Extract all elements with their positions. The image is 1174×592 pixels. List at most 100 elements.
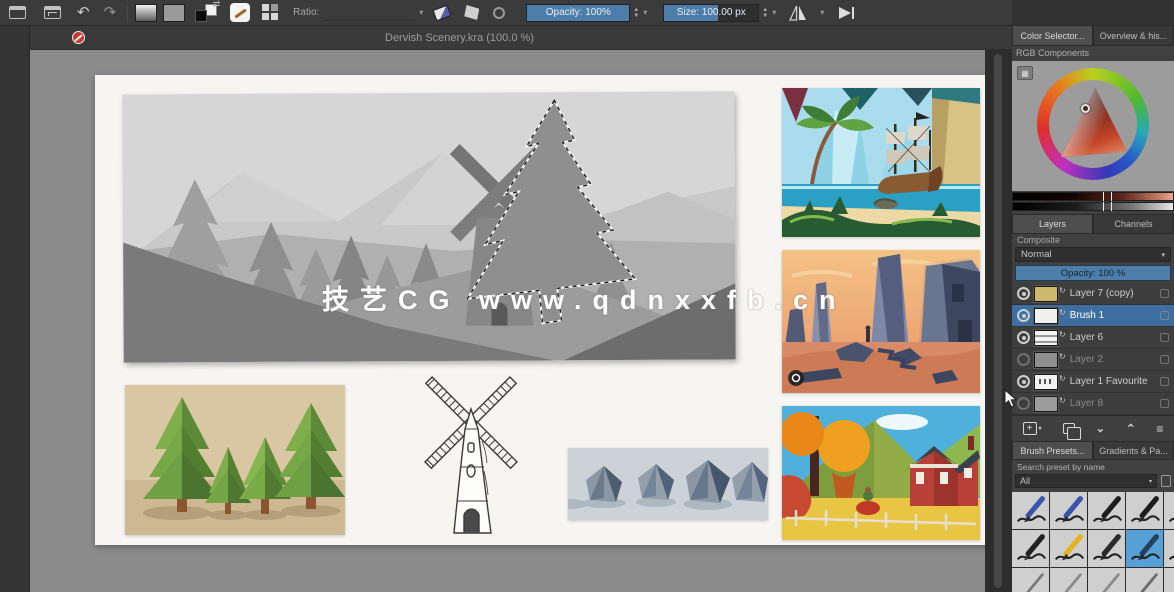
undo-icon[interactable]: ↶ (77, 5, 90, 20)
brush-preset-tile[interactable] (1164, 530, 1174, 567)
layer-properties-button[interactable]: ≡ (1156, 422, 1163, 436)
brush-preset-tile[interactable] (1050, 492, 1087, 529)
layer-name: Layer 7 (copy) (1068, 288, 1155, 299)
brush-preset-tile[interactable] (1126, 492, 1163, 529)
brush-preset-tile[interactable] (1088, 492, 1125, 529)
redo-icon[interactable]: ↷ (104, 5, 117, 20)
docker-subtitle: RGB Components (1012, 46, 1174, 61)
visibility-eye-icon[interactable] (1017, 375, 1030, 388)
visibility-eye-icon[interactable] (1017, 309, 1030, 322)
color-picker-handle[interactable] (1081, 104, 1090, 113)
move-layer-up-button[interactable]: ⌃ (1126, 422, 1135, 435)
ratio-label: Ratio: (293, 7, 319, 18)
layer-badge-icon: ↻ (1059, 352, 1066, 361)
canvas-anchor-icon (788, 370, 804, 386)
value-gradient-bar[interactable] (1012, 202, 1174, 211)
new-document-icon[interactable] (9, 6, 26, 19)
layer-row[interactable]: ↻ Layer 6 (1012, 327, 1174, 349)
layer-options-icon (1160, 399, 1169, 408)
layer-row[interactable]: ↻ Layer 7 (copy) (1012, 283, 1174, 305)
chevron-down-icon: ▾ (1149, 478, 1152, 485)
mirror-horizontal-icon[interactable] (788, 4, 808, 22)
reference-polygonal-rocks (568, 448, 768, 520)
layer-thumbnail (1034, 352, 1058, 368)
brush-preset-tile[interactable] (1126, 530, 1163, 567)
brush-preset-tile[interactable] (1088, 530, 1125, 567)
composite-label: Composite (1012, 234, 1174, 247)
size-slider[interactable]: Size: 100.00 px (663, 4, 759, 22)
ratio-dropdown[interactable] (323, 5, 415, 21)
reload-preset-icon[interactable] (464, 5, 479, 20)
layer-list: ↻ Layer 7 (copy) ↻ Brush 1 ↻ Layer 6 (1012, 283, 1174, 415)
move-layer-down-button[interactable]: ⌄ (1096, 422, 1105, 435)
vertical-scrollbar[interactable] (985, 50, 1012, 592)
add-layer-button[interactable]: +▾ (1023, 422, 1042, 435)
layer-options-icon (1160, 333, 1169, 342)
brush-preset-tile[interactable] (1164, 492, 1174, 529)
workspace-chooser-icon[interactable] (262, 4, 279, 21)
eraser-mode-icon[interactable] (433, 4, 452, 21)
color-docker-tabs: Color Selector... Overview & his... (1012, 25, 1174, 46)
tab-channels[interactable]: Channels (1093, 214, 1174, 234)
wrap-around-icon[interactable] (836, 4, 856, 22)
ratio-caret-icon[interactable]: ▾ (419, 8, 423, 17)
size-caret-icon[interactable]: ▾ (772, 8, 776, 17)
blend-mode-dropdown[interactable]: Normal ▾ (1015, 247, 1171, 262)
brush-editor-button[interactable] (230, 3, 250, 22)
size-stepper[interactable]: ▲▼ (762, 7, 768, 19)
visibility-eye-icon[interactable] (1017, 331, 1030, 344)
visibility-eye-icon[interactable] (1017, 287, 1030, 300)
reference-lowpoly-trees (125, 385, 345, 535)
tab-gradients[interactable]: Gradients & Pa... (1093, 441, 1174, 460)
panel-top-spacer (1012, 0, 1174, 25)
preset-view-mode-icon[interactable] (1161, 475, 1171, 487)
tab-brush-presets[interactable]: Brush Presets... (1012, 441, 1093, 460)
layer-row-selected[interactable]: ↻ Brush 1 (1012, 305, 1174, 327)
opacity-slider[interactable]: Opacity: 100% (526, 4, 630, 22)
document-title: Dervish Scenery.kra (100.0 %) (385, 32, 534, 44)
brush-preset-tile[interactable] (1012, 568, 1049, 592)
mirror-caret-icon[interactable]: ▾ (820, 8, 824, 17)
brush-preset-tile[interactable] (1050, 530, 1087, 567)
layer-row-hidden[interactable]: ↻ Layer 2 (1012, 349, 1174, 371)
tab-overview[interactable]: Overview & his... (1093, 25, 1174, 46)
scrollbar-thumb[interactable] (994, 54, 1002, 588)
layer-thumbnail (1034, 286, 1058, 302)
brush-tip-icon[interactable] (493, 7, 505, 19)
selector-settings-icon[interactable]: ▦ (1017, 66, 1033, 80)
pattern-swatch-button[interactable] (163, 4, 185, 22)
grayscale-landscape-painting (122, 91, 735, 362)
layer-badge-icon: ↻ (1059, 330, 1066, 339)
layer-row[interactable]: ↻ Layer 1 Favourite (1012, 371, 1174, 393)
layer-options-icon (1160, 289, 1169, 298)
layer-name: Layer 6 (1068, 332, 1155, 343)
tab-color-selector[interactable]: Color Selector... (1012, 25, 1093, 46)
brush-preset-tile[interactable] (1126, 568, 1163, 592)
visibility-eye-icon[interactable] (1017, 353, 1030, 366)
layers-docker-tabs: Layers Channels (1012, 214, 1174, 234)
color-history-gradient-bar[interactable] (1012, 192, 1174, 201)
layer-name: Layer 8 (1068, 398, 1155, 409)
brush-preset-tile[interactable] (1012, 492, 1049, 529)
canvas-area[interactable]: 技艺CG www.qdnxxfb.cn (30, 50, 985, 592)
brush-preset-tile[interactable] (1164, 568, 1174, 592)
gradient-swatch-button[interactable] (135, 4, 157, 22)
brush-preset-tile[interactable] (1012, 530, 1049, 567)
layer-thumbnail (1034, 374, 1058, 390)
layer-options-icon (1160, 377, 1169, 386)
open-document-icon[interactable] (44, 6, 61, 19)
opacity-stepper[interactable]: ▲▼ (633, 7, 639, 19)
duplicate-layer-button[interactable] (1063, 423, 1075, 434)
layer-opacity-slider[interactable]: Opacity: 100 % (1015, 265, 1171, 281)
brush-preset-tile[interactable] (1088, 568, 1125, 592)
hue-ring[interactable] (1037, 68, 1149, 180)
foreground-background-color-icon[interactable]: ⇄ (194, 3, 218, 23)
document-titlebar[interactable]: Dervish Scenery.kra (100.0 %) (30, 26, 1012, 50)
preset-filter-dropdown[interactable]: All ▾ (1015, 474, 1157, 488)
opacity-caret-icon[interactable]: ▾ (643, 8, 647, 17)
brush-preset-tile[interactable] (1050, 568, 1087, 592)
tab-layers[interactable]: Layers (1012, 214, 1093, 234)
opacity-slider-label: Opacity: 100% (546, 7, 611, 18)
advanced-color-selector[interactable]: ▦ (1012, 61, 1174, 191)
layer-row-hidden[interactable]: ↻ Layer 8 (1012, 393, 1174, 415)
